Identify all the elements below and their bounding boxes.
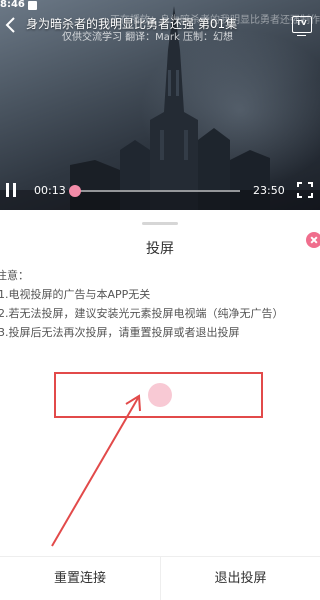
annotation-arrow: [51, 394, 141, 547]
tv-icon-label: TV: [296, 19, 307, 27]
current-time: 00:13: [34, 184, 66, 197]
back-arrow-icon[interactable]: [4, 16, 18, 34]
video-player[interactable]: 8:46 正在播放：身为暗杀者的我明显比勇者还强制作 身为暗杀者的我明显比勇者还…: [0, 0, 320, 210]
subtitle-watermark: 仅供交流学习 翻译：Mark 压制：幻想: [62, 32, 234, 43]
pause-icon[interactable]: [5, 183, 17, 197]
sheet-footer: 重置连接 退出投屏: [0, 556, 320, 600]
total-time: 23:50: [253, 184, 285, 197]
fullscreen-icon[interactable]: [297, 182, 313, 198]
tv-cast-icon[interactable]: TV: [292, 16, 312, 36]
cast-sheet: 投屏 注意： 1.电视投屏的广告与本APP无关 2.若无法投屏，建议安装光元素投…: [0, 210, 320, 600]
reset-connection-button[interactable]: 重置连接: [0, 557, 160, 600]
status-time: 8:46: [0, 0, 25, 10]
exit-cast-button[interactable]: 退出投屏: [160, 557, 320, 600]
progress-bar[interactable]: [68, 185, 240, 197]
player-controls: 00:13 23:50: [0, 178, 320, 204]
notification-icon: [28, 1, 37, 10]
progress-thumb[interactable]: [68, 185, 81, 197]
